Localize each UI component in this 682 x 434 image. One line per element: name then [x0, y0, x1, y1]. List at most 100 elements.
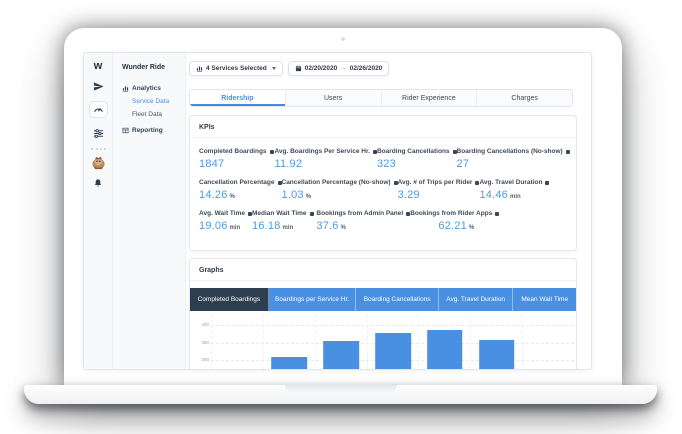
chart-slot [211, 315, 263, 369]
services-selector[interactable]: 4 Services Selected [189, 61, 283, 76]
tab-ridership[interactable]: Ridership [190, 90, 286, 106]
info-icon[interactable] [565, 149, 570, 154]
chart-slot [262, 315, 315, 369]
chart-slot [470, 315, 522, 369]
kpi-row: Avg. Wait Time 19.06 min Median Wait Time… [199, 210, 567, 232]
tab-users[interactable]: Users [286, 90, 382, 106]
kpi-item: Avg. Travel Duration 14.46 min [479, 179, 567, 201]
kpi-item: Cancellation Percentage (No-show) 1.03% [282, 179, 398, 201]
kpi-item: Completed Boardings 1847 [199, 148, 274, 170]
services-selector-label: 4 Services Selected [206, 65, 267, 72]
kpi-item: Bookings from Admin Panel 37.6% [316, 210, 411, 232]
icon-rail: w [84, 53, 113, 369]
tab-rider-experience[interactable]: Rider Experience [382, 90, 478, 106]
bar[interactable] [427, 330, 463, 369]
kpi-label: Bookings from Admin Panel [316, 210, 404, 217]
kpis-title: KPIs [190, 116, 576, 138]
nav-item-reporting[interactable]: Reporting [122, 127, 185, 134]
date-end: 02/26/2020 [349, 65, 383, 72]
bar[interactable] [323, 341, 359, 369]
info-icon[interactable] [545, 180, 550, 185]
kpi-value: 37.6 [316, 220, 339, 232]
info-icon[interactable] [309, 211, 314, 216]
kpi-unit: % [468, 225, 475, 231]
kpi-value: 16.18 [252, 220, 281, 232]
bar-chart-icon [196, 66, 203, 72]
kpi-label: Bookings from Rider Apps [410, 210, 493, 217]
speedometer-icon[interactable] [88, 101, 108, 118]
kpi-unit: % [340, 225, 346, 231]
y-tick-label: 350 [201, 339, 209, 345]
bar[interactable] [375, 332, 411, 369]
bar[interactable] [478, 340, 515, 369]
table-icon [122, 127, 129, 134]
wunder-logo-icon[interactable]: w [94, 61, 103, 72]
page: w Wunder Ride Analytics Service Data Fle… [0, 0, 682, 434]
bell-icon[interactable] [93, 177, 103, 188]
sliders-icon[interactable] [93, 128, 104, 139]
kpi-value: 3.29 [397, 189, 420, 201]
kpi-value: 323 [376, 158, 396, 170]
kpi-item: Median Wait Time 16.18 min [252, 210, 316, 232]
bar[interactable] [271, 357, 308, 369]
kpi-label: Avg. Wait Time [199, 210, 245, 217]
kpi-item: Cancellation Percentage 14.26% [199, 179, 282, 201]
chart-tab-completed-boardings[interactable]: Completed Boardings [190, 288, 269, 311]
kpi-item: Boarding Cancellations 323 [377, 148, 457, 170]
kpi-item: Avg. Wait Time 19.06 min [199, 210, 252, 232]
nav-item-label: Analytics [132, 85, 161, 92]
chart-tab-boardings-per-service-hr[interactable]: Boardings per Service Hr. [268, 288, 357, 311]
bar-chart-icon [122, 86, 129, 92]
kpi-item: Boarding Cancellations (No-show) 27 [457, 148, 570, 170]
kpi-value: 27 [456, 158, 470, 170]
kpi-label: Completed Boardings [199, 148, 267, 155]
base-notch [284, 385, 397, 393]
chart-slot [314, 315, 367, 369]
camera-dot [341, 37, 345, 41]
main-content: 4 Services Selected 02/20/2020 → 02/26/2… [186, 53, 591, 369]
avatar[interactable] [91, 155, 106, 170]
chart-tab-mean-wait-time[interactable]: Mean Wait Time [513, 288, 576, 311]
graphs-title: Graphs [190, 259, 576, 281]
kpi-label: Avg. Travel Duration [479, 179, 543, 186]
chart-slot [418, 315, 470, 369]
kpi-label: Boarding Cancellations [376, 148, 450, 155]
brand-title: Wunder Ride [122, 64, 166, 71]
chart-plot [211, 315, 574, 369]
nav-item-service-data[interactable]: Service Data [132, 98, 185, 105]
chart-tab-boarding-cancellations[interactable]: Boarding Cancellations [356, 288, 439, 311]
laptop-base [24, 385, 657, 404]
kpi-value: 62.21 [438, 220, 467, 232]
kpi-value: 14.26 [199, 189, 228, 201]
kpis-card: KPIs Completed Boardings 1847 Avg. Board… [189, 115, 577, 251]
chart-tab-avg-travel-duration[interactable]: Avg. Travel Duration [438, 288, 514, 311]
kpi-unit: min [282, 225, 294, 231]
date-range-picker[interactable]: 02/20/2020 → 02/26/2020 [287, 61, 390, 76]
kpi-unit: % [305, 194, 312, 200]
kpi-unit: % [229, 194, 235, 200]
tab-charges[interactable]: Charges [477, 90, 572, 106]
kpi-label: Boarding Cancellations (No-show) [456, 148, 563, 155]
paper-plane-icon[interactable] [93, 81, 104, 92]
kpi-label: Median Wait Time [252, 210, 307, 217]
kpi-unit: min [229, 225, 241, 231]
chart-slot [522, 315, 574, 369]
info-icon[interactable] [495, 211, 500, 216]
y-tick-label: 300 [201, 357, 209, 362]
info-icon[interactable] [269, 149, 274, 154]
app-window: w Wunder Ride Analytics Service Data Fle… [83, 52, 592, 370]
kpi-row: Completed Boardings 1847 Avg. Boardings … [199, 148, 570, 170]
topbar: 4 Services Selected 02/20/2020 → 02/26/2… [189, 61, 390, 76]
nav-item-fleet-data[interactable]: Fleet Data [132, 111, 185, 118]
nav-item-analytics[interactable]: Analytics [122, 85, 185, 92]
kpi-value: 11.92 [274, 158, 303, 170]
kpi-unit: min [510, 194, 521, 200]
calendar-icon [295, 65, 301, 72]
laptop-screen: w Wunder Ride Analytics Service Data Fle… [64, 28, 622, 385]
kpi-item: Avg. # of Trips per Rider 3.29 [398, 179, 480, 201]
kpi-value: 14.46 [479, 189, 508, 201]
bar-chart: 400 350 300 [198, 315, 574, 369]
kpi-item: Avg. Boardings Per Service Hr. 11.92 [274, 148, 377, 170]
rail-divider [90, 148, 106, 150]
nav-panel: Wunder Ride Analytics Service Data Fleet… [113, 53, 186, 369]
